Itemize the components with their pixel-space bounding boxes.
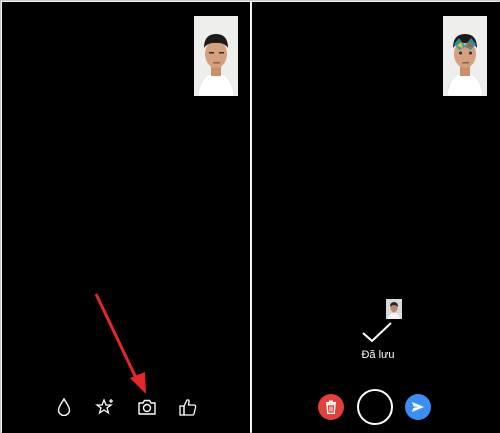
filter-icon[interactable] (53, 396, 75, 418)
shutter-button[interactable] (357, 389, 393, 425)
self-view-thumbnail[interactable] (443, 16, 487, 96)
delete-button[interactable] (318, 394, 344, 420)
person-photo-icon (194, 16, 238, 96)
camera-view-right: Đã lưu (252, 2, 500, 433)
person-photo-with-face-paint-icon (443, 16, 487, 96)
saved-status-label: Đã lưu (361, 349, 395, 361)
checkmark-icon (362, 322, 392, 343)
trash-icon (326, 400, 336, 414)
effects-icon[interactable] (94, 396, 116, 418)
self-view-thumbnail[interactable] (194, 16, 238, 96)
person-photo-icon (386, 299, 402, 319)
camera-view-left (2, 2, 250, 433)
saved-photo-thumbnail[interactable] (386, 299, 402, 319)
screenshot-frame: Đã lưu (0, 0, 500, 433)
camera-icon[interactable] (136, 396, 158, 418)
like-icon[interactable] (177, 396, 199, 418)
send-button[interactable] (405, 394, 431, 420)
send-icon (412, 402, 424, 412)
annotation-arrow (94, 293, 146, 394)
